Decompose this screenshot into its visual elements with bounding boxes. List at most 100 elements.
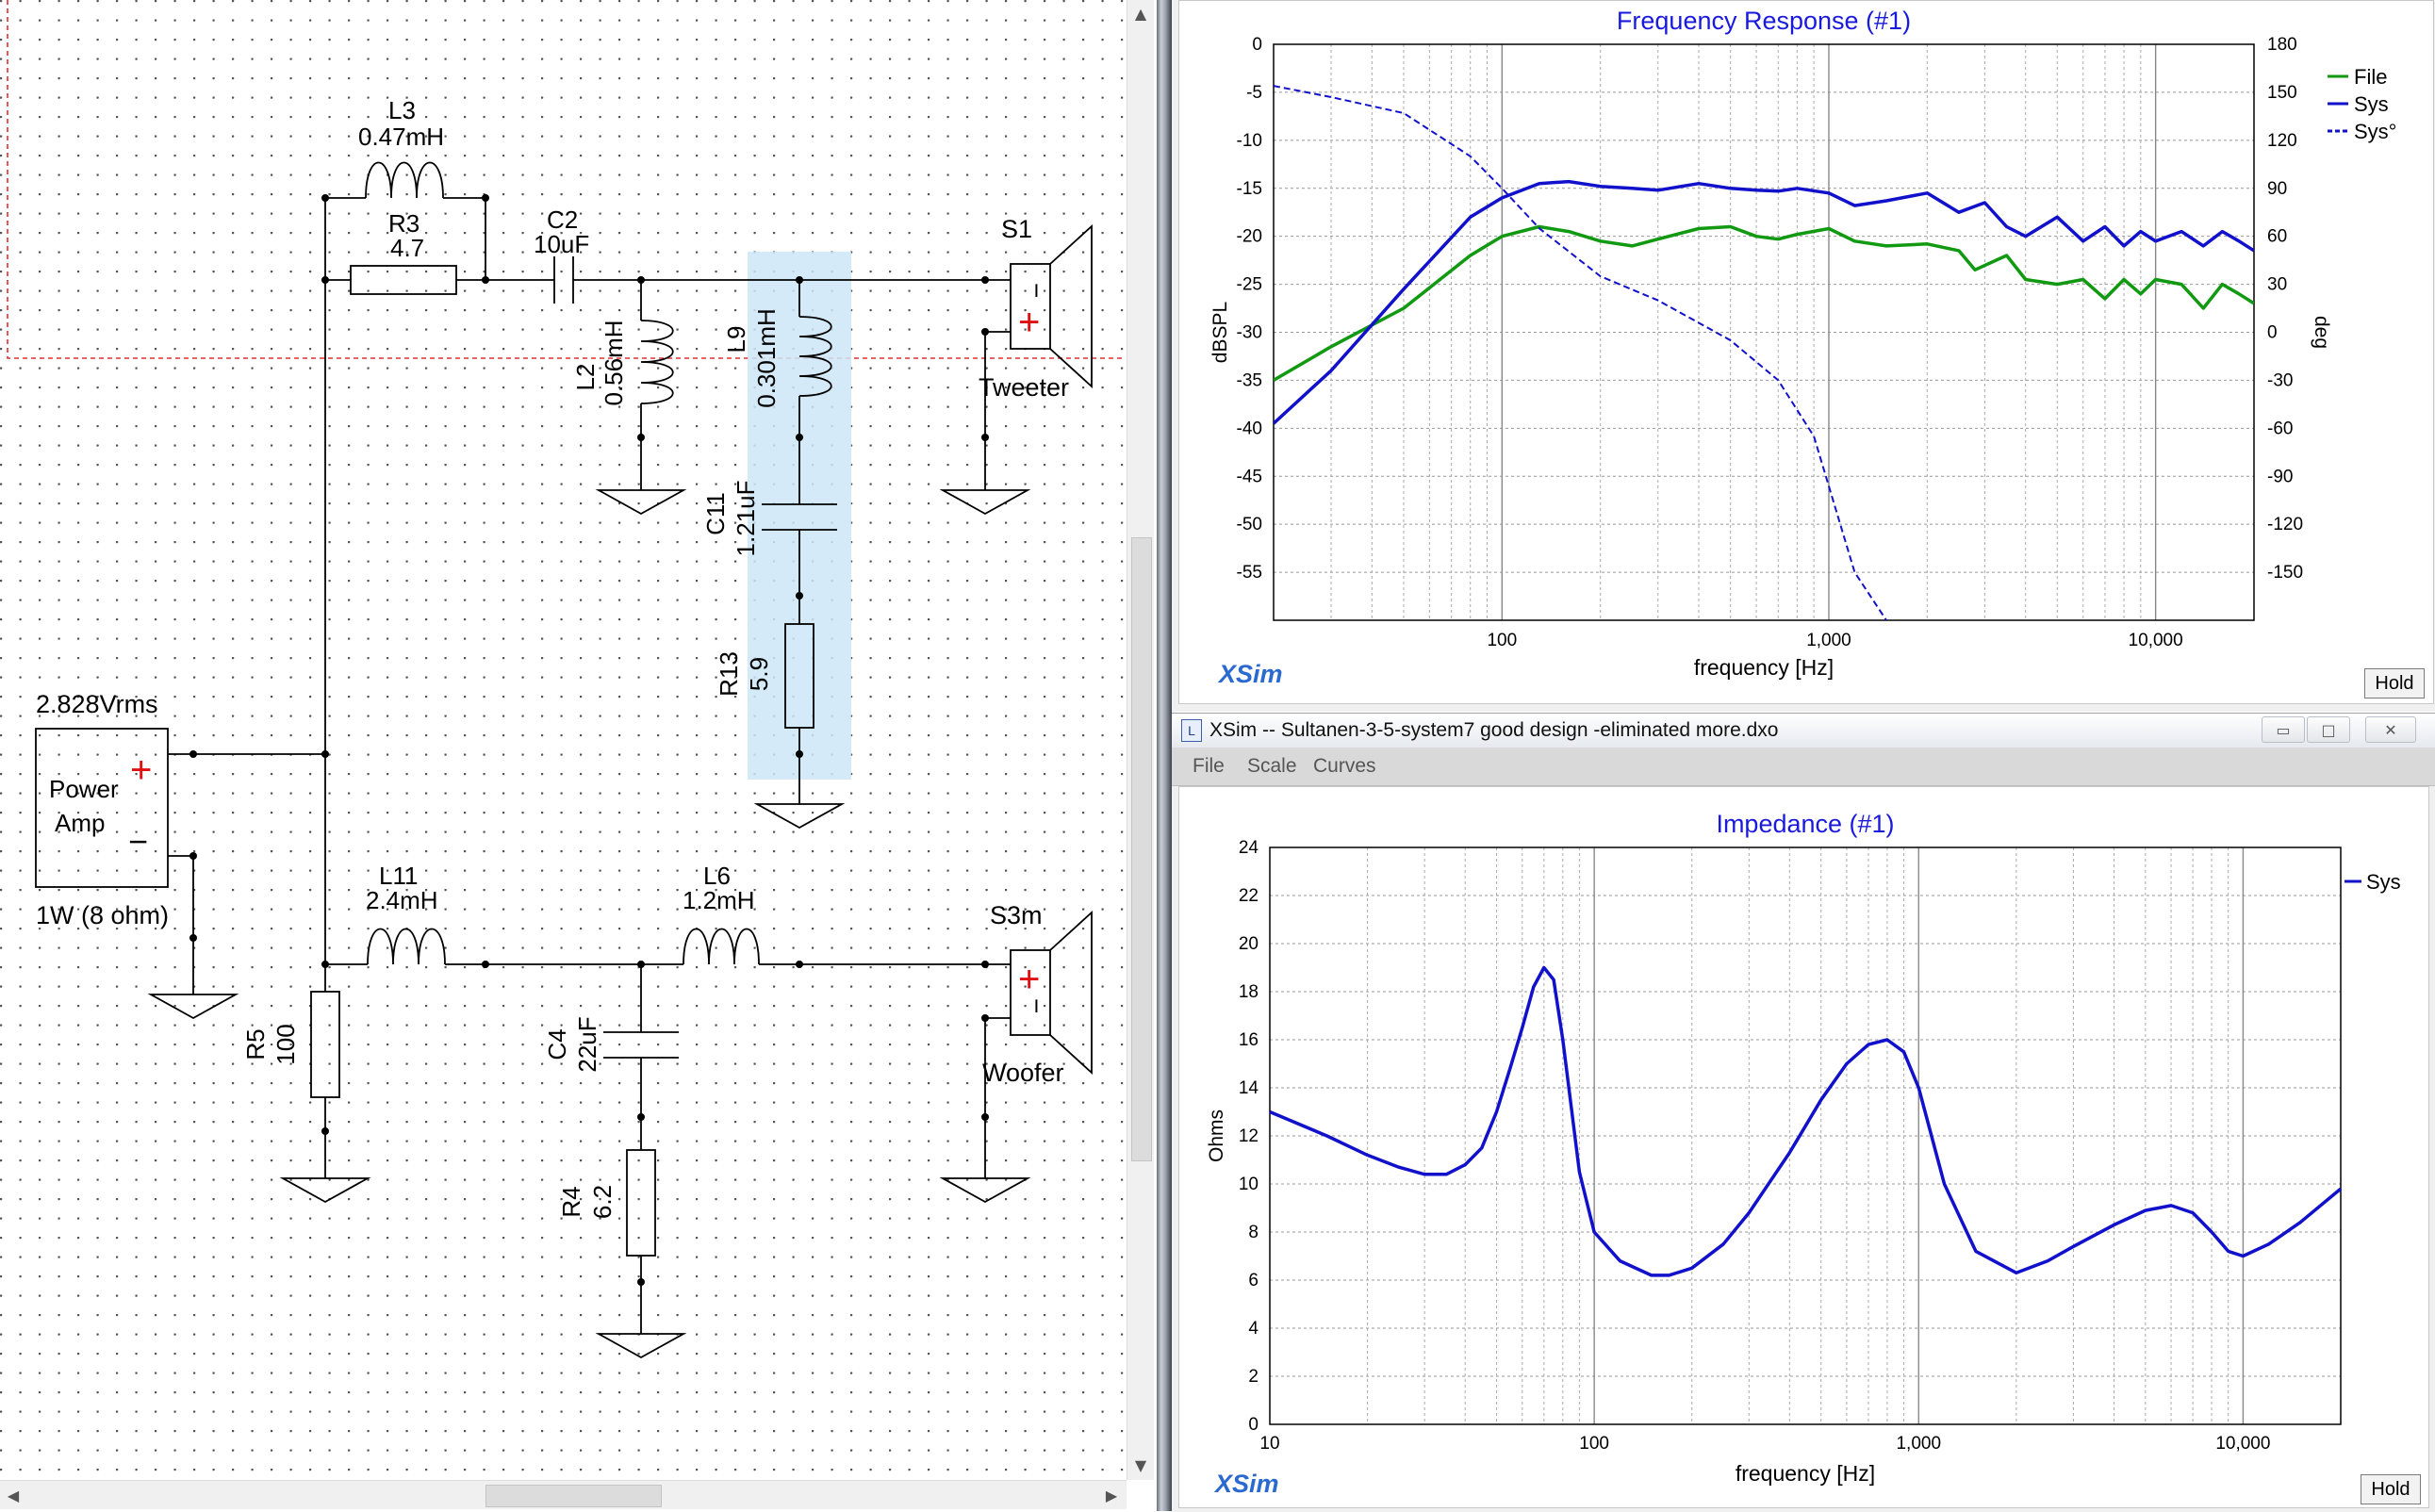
- y2-tick-label: -30: [2267, 370, 2293, 390]
- pane-splitter[interactable]: [1157, 0, 1172, 1511]
- vertical-scroll-thumb[interactable]: [1131, 537, 1152, 1161]
- y-tick-label: 24: [1239, 838, 1259, 858]
- y-tick-label: 12: [1239, 1126, 1259, 1146]
- scroll-up-icon[interactable]: ▲: [1127, 0, 1154, 26]
- y-axis-label: Ohms: [1206, 1109, 1227, 1162]
- series-sys-impedance-line: [1269, 965, 2343, 1277]
- legend-label: Sys: [2366, 870, 2401, 894]
- impedance-window: L XSim -- Sultanen-3-5-system7 good desi…: [1172, 713, 2435, 1512]
- l11-value: 2.4mH: [366, 886, 438, 914]
- x-tick-label: 10,000: [2129, 631, 2183, 650]
- impedance-plot: Impedance (#1)02468101214161820222410 100…: [1206, 810, 2401, 1498]
- menu-scale[interactable]: Scale: [1247, 748, 1297, 785]
- y-tick-label: 10: [1239, 1175, 1259, 1194]
- y-tick-label: 22: [1239, 886, 1259, 906]
- imp-hold-button[interactable]: Hold: [2361, 1474, 2421, 1504]
- r13-value: 5.9: [745, 657, 773, 691]
- scroll-left-icon[interactable]: ◀: [0, 1482, 26, 1508]
- y-tick-label: 18: [1239, 982, 1259, 1002]
- y2-tick-label: 150: [2267, 83, 2297, 103]
- y2-tick-label: 0: [2267, 323, 2278, 343]
- fr-hold-button[interactable]: Hold: [2364, 668, 2425, 698]
- y-tick-label: 14: [1239, 1078, 1259, 1098]
- close-button[interactable]: ✕: [2365, 716, 2416, 743]
- horizontal-scroll-thumb[interactable]: [485, 1485, 662, 1507]
- l2-value: 0.56mH: [600, 320, 628, 405]
- c11-value: 1.21uF: [732, 481, 760, 557]
- y-tick-label: -35: [1237, 370, 1262, 390]
- y2-tick-label: 30: [2267, 275, 2287, 295]
- schematic-vertical-scrollbar[interactable]: ▲ ▼: [1127, 0, 1154, 1480]
- schematic-drawing[interactable]: 2.828Vrms Power Amp + − 1W (8 ohm) L3 0.…: [0, 0, 1127, 1480]
- r5-ref: R5: [241, 1028, 270, 1060]
- r5-value: 100: [271, 1024, 300, 1064]
- frequency-response-chart: Frequency Response (#1) 0 -5 -10 -15 -20 -25 -3…: [1178, 0, 2434, 704]
- x-tick-label: 10: [1259, 1434, 1279, 1454]
- frequency-response-plot: Frequency Response (#1) 0 -5 -10 -15 -20 -25 -3…: [1209, 7, 2396, 688]
- legend-label: Sys°: [2354, 120, 2396, 143]
- r4-ref: R4: [557, 1186, 585, 1217]
- y-tick-label: -40: [1237, 419, 1262, 438]
- maximize-button[interactable]: □: [2307, 716, 2350, 743]
- y-tick-label: 4: [1248, 1319, 1259, 1339]
- x-axis-label: frequency [Hz]: [1694, 655, 1834, 680]
- xsim-brand-label: XSim: [1213, 1470, 1279, 1498]
- y2-tick-label: 90: [2267, 179, 2287, 199]
- menu-curves[interactable]: Curves: [1313, 748, 1376, 785]
- y2-tick-label: -60: [2267, 419, 2293, 438]
- l9-value: 0.301mH: [752, 308, 781, 408]
- y-tick-label: 0: [1252, 35, 1262, 55]
- r3-value: 4.7: [390, 234, 424, 262]
- y-tick-label: -50: [1237, 515, 1262, 534]
- amp-label-amp: Amp: [55, 809, 105, 837]
- y2-tick-label: 180: [2267, 35, 2297, 55]
- y-tick-label: -10: [1237, 131, 1262, 151]
- y2-tick-label: -90: [2267, 467, 2293, 486]
- l2-ref: L2: [571, 364, 600, 391]
- amp-label-power: Power: [49, 775, 119, 803]
- x-tick-label: 10,000: [2215, 1434, 2270, 1454]
- y-tick-label: 16: [1239, 1030, 1259, 1050]
- s3m-plus-sign: +: [1018, 959, 1040, 1000]
- c2-value: 10uF: [534, 230, 589, 258]
- tweeter-label: Tweeter: [979, 373, 1069, 402]
- series-file-line: [1274, 224, 2254, 382]
- y-tick-label: 6: [1248, 1271, 1259, 1290]
- s1-ref: S1: [1001, 215, 1032, 243]
- scroll-right-icon[interactable]: ▶: [1098, 1482, 1125, 1508]
- schematic-canvas[interactable]: 2.828Vrms Power Amp + − 1W (8 ohm) L3 0.…: [0, 0, 1157, 1511]
- y2-tick-label: 120: [2267, 131, 2297, 151]
- y-tick-label: 2: [1248, 1367, 1259, 1387]
- l6-value: 1.2mH: [683, 886, 755, 914]
- y-tick-label: -30: [1237, 323, 1262, 343]
- l3-ref: L3: [388, 96, 416, 124]
- s3m-minus-sign: −: [1022, 998, 1051, 1013]
- x-tick-label: 1,000: [1806, 631, 1851, 650]
- impedance-window-title: XSim -- Sultanen-3-5-system7 good design…: [1209, 719, 1779, 741]
- minimize-button[interactable]: ▭: [2262, 716, 2305, 743]
- y-tick-label: -55: [1237, 563, 1262, 583]
- source-voltage-label: 2.828Vrms: [36, 690, 158, 718]
- y-tick-label: -45: [1237, 467, 1262, 486]
- l9-ref: L9: [722, 326, 750, 353]
- amp-minus-sign: −: [128, 822, 148, 861]
- y2-axis-label: deg: [2311, 316, 2332, 349]
- y2-tick-label: 60: [2267, 227, 2287, 247]
- impedance-window-titlebar[interactable]: L XSim -- Sultanen-3-5-system7 good desi…: [1172, 714, 2435, 748]
- s1-plus-sign: +: [1018, 302, 1040, 343]
- menu-file[interactable]: File: [1193, 748, 1225, 785]
- x-tick-label: 100: [1579, 1434, 1609, 1454]
- x-tick-label: 1,000: [1896, 1434, 1941, 1454]
- y-tick-label: 8: [1248, 1223, 1259, 1242]
- schematic-horizontal-scrollbar[interactable]: ◀ ▶: [0, 1480, 1127, 1509]
- y-tick-label: -20: [1237, 227, 1262, 247]
- scroll-down-icon[interactable]: ▼: [1127, 1452, 1154, 1478]
- c4-value: 22uF: [573, 1016, 601, 1072]
- s1-minus-sign: −: [1022, 283, 1051, 298]
- y-tick-label: 0: [1248, 1415, 1259, 1435]
- y-axis-label: dBSPL: [1209, 302, 1231, 363]
- impedance-menubar: File Scale Curves: [1172, 748, 2435, 786]
- legend-label: File: [2354, 65, 2387, 89]
- series-sys-line: [1274, 179, 2254, 425]
- x-axis-label: frequency [Hz]: [1736, 1461, 1875, 1486]
